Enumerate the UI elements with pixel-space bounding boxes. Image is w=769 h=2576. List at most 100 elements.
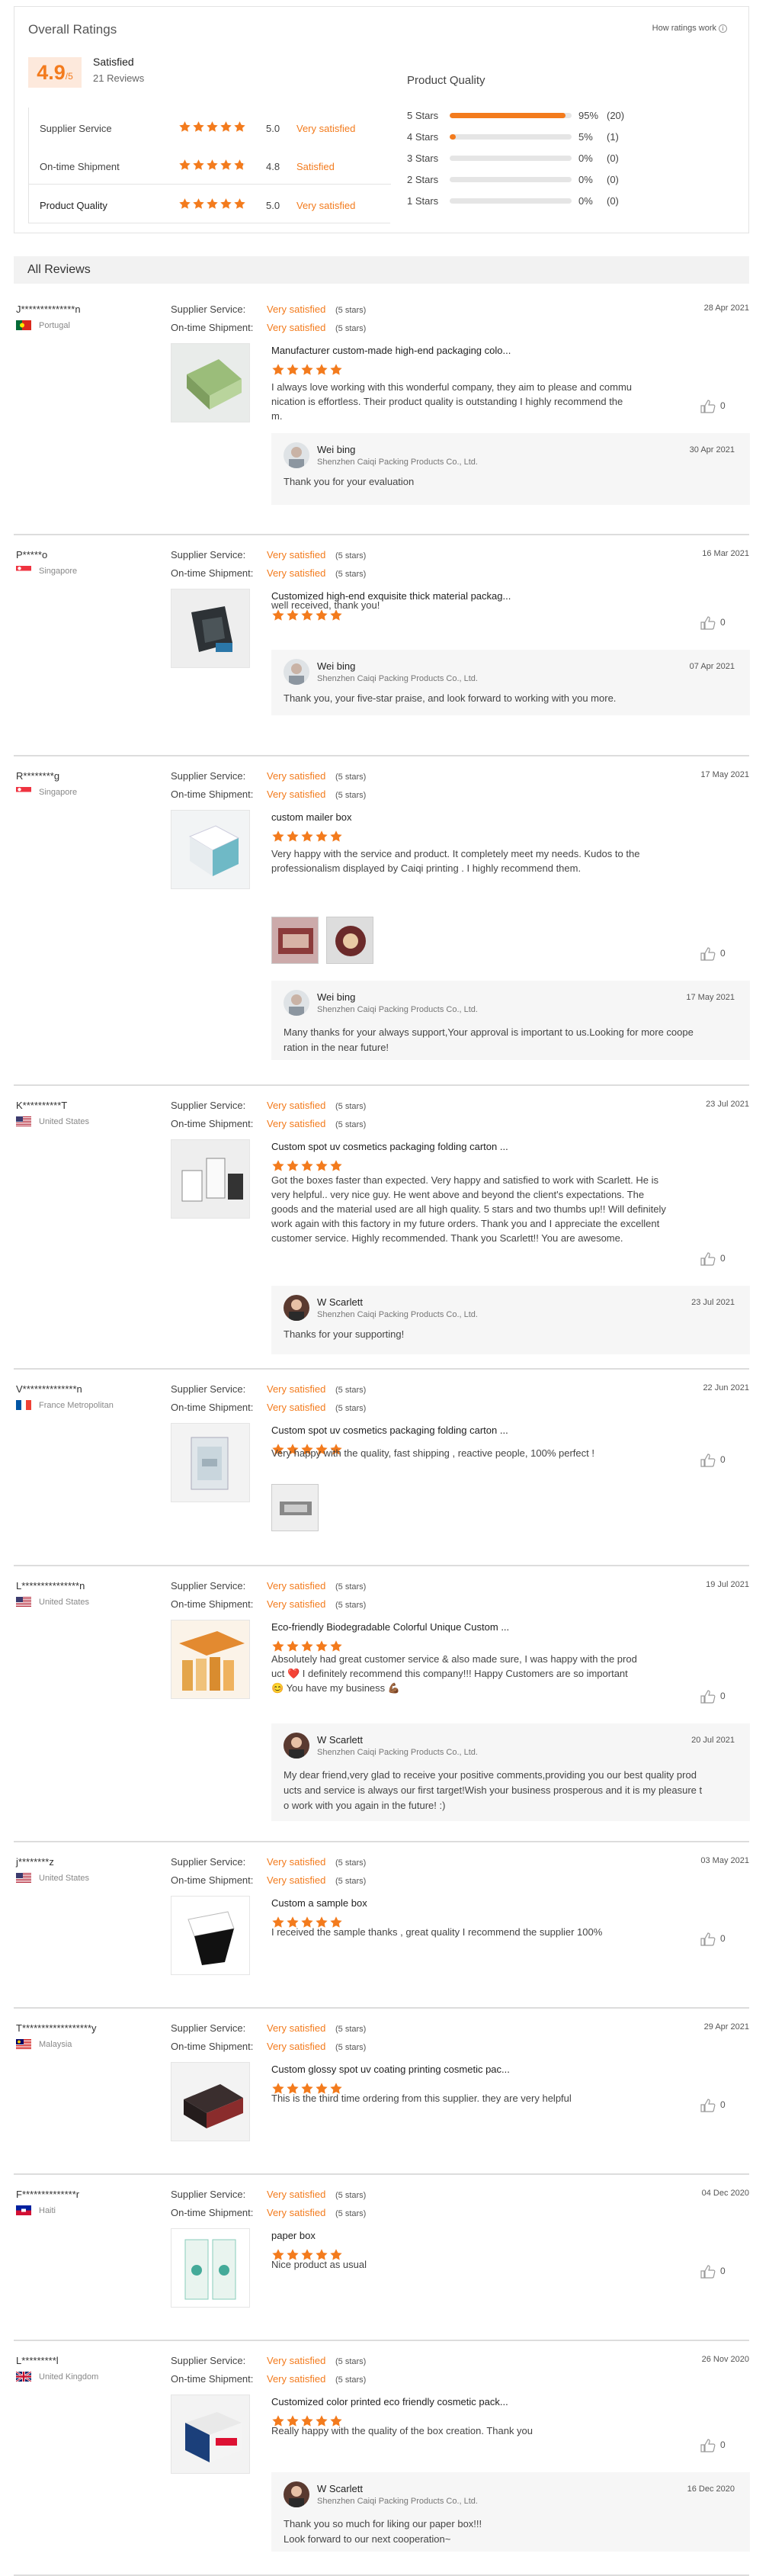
review-item: R********g Singapore Supplier Service: Very… bbox=[14, 756, 750, 1086]
supplier-reply: Wei bing Shenzhen Caiqi Packing Products … bbox=[271, 981, 750, 1060]
rating-percent: 0% bbox=[578, 153, 593, 164]
review-text: This is the third time ordering from thi… bbox=[271, 2091, 668, 2105]
reviewer-name: J**************n bbox=[16, 304, 81, 315]
country-flag-icon bbox=[16, 1116, 31, 1126]
product-title-link[interactable]: paper box bbox=[271, 2230, 316, 2241]
product-title-link[interactable]: Custom spot uv cosmetics packaging foldi… bbox=[271, 1425, 508, 1436]
criterion-level: Very satisfied bbox=[296, 123, 356, 134]
review-stars bbox=[271, 1159, 343, 1173]
reviewer-country: United Kingdom bbox=[39, 2372, 99, 2382]
like-button[interactable]: 0 bbox=[700, 400, 731, 413]
reply-text: Many thanks for your always support,Your… bbox=[284, 1025, 739, 1055]
criterion-label: Supplier Service: bbox=[171, 770, 246, 782]
reply-company: Shenzhen Caiqi Packing Products Co., Ltd… bbox=[317, 458, 478, 467]
like-button[interactable]: 0 bbox=[700, 1453, 731, 1467]
product-thumbnail[interactable] bbox=[171, 1896, 250, 1975]
all-reviews-title: All Reviews bbox=[27, 263, 91, 276]
reply-company: Shenzhen Caiqi Packing Products Co., Ltd… bbox=[317, 2497, 478, 2506]
thumbs-up-icon bbox=[700, 1690, 716, 1706]
criterion-stars-text: (5 stars) bbox=[335, 1601, 367, 1610]
like-button[interactable]: 0 bbox=[700, 947, 731, 961]
star-icon bbox=[206, 120, 219, 133]
on-time-shipment-rating: On-time Shipment: Very satisfied (5 stars) bbox=[171, 2041, 366, 2052]
criterion-supplier-service[interactable]: Supplier Service 5.0 Very satisfied bbox=[29, 108, 391, 147]
criterion-label: On-time Shipment: bbox=[171, 1598, 254, 1610]
review-photo[interactable] bbox=[326, 917, 373, 964]
review-text-line: work again with this factory in my futur… bbox=[271, 1218, 660, 1229]
reply-text-line: My dear friend,very glad to receive your… bbox=[284, 1769, 697, 1781]
reply-author: W Scarlett bbox=[317, 1734, 363, 1746]
product-thumbnail[interactable] bbox=[171, 1620, 250, 1699]
product-title-link[interactable]: Eco-friendly Biodegradable Colorful Uniq… bbox=[271, 1621, 509, 1633]
star-icon bbox=[206, 198, 219, 210]
avatar bbox=[284, 1733, 309, 1759]
product-thumbnail[interactable] bbox=[171, 2395, 250, 2474]
criterion-level: Very satisfied bbox=[267, 549, 326, 560]
product-title-link[interactable]: custom mailer box bbox=[271, 811, 351, 823]
review-item: J**************n Portugal Supplier Service… bbox=[14, 290, 750, 535]
product-title-link[interactable]: Customized color printed eco friendly co… bbox=[271, 2396, 508, 2407]
product-title-link[interactable]: Manufacturer custom-made high-end packag… bbox=[271, 345, 511, 356]
review-date: 19 Jul 2021 bbox=[706, 1580, 749, 1589]
overall-ratings-panel: Overall Ratings How ratings work i 4.9/5 … bbox=[14, 6, 749, 233]
thumbs-up-icon bbox=[700, 2265, 716, 2281]
star-level-label: 5 Stars bbox=[407, 110, 439, 121]
like-button[interactable]: 0 bbox=[700, 1690, 731, 1704]
star-icon bbox=[192, 198, 205, 210]
reply-text: Thank you for your evaluation bbox=[284, 474, 739, 490]
product-thumbnail[interactable] bbox=[171, 1139, 250, 1219]
product-thumbnail[interactable] bbox=[171, 2228, 250, 2308]
criterion-label: On-time Shipment: bbox=[171, 2207, 254, 2218]
product-title-link[interactable]: Custom a sample box bbox=[271, 1897, 367, 1909]
supplier-reply: W Scarlett Shenzhen Caiqi Packing Product… bbox=[271, 2472, 750, 2552]
like-button[interactable]: 0 bbox=[700, 1252, 731, 1266]
review-date: 04 Dec 2020 bbox=[701, 2189, 749, 2198]
rating-bar bbox=[450, 198, 572, 204]
criterion-label: On-time Shipment: bbox=[171, 1874, 254, 1886]
product-thumbnail[interactable] bbox=[171, 343, 250, 422]
criterion-on-time-shipment[interactable]: On-time Shipment 4.8 Satisfied bbox=[29, 146, 391, 185]
like-button[interactable]: 0 bbox=[700, 2099, 731, 2112]
star-icon bbox=[271, 363, 285, 377]
product-thumbnail[interactable] bbox=[171, 2062, 250, 2141]
like-button[interactable]: 0 bbox=[700, 2265, 731, 2279]
like-button[interactable]: 0 bbox=[700, 2439, 731, 2452]
criterion-label: On-time Shipment: bbox=[171, 1118, 254, 1129]
product-thumbnail[interactable] bbox=[171, 589, 250, 668]
supplier-service-rating: Supplier Service: Very satisfied (5 stars) bbox=[171, 2022, 366, 2034]
review-item: L***************n United States Supplier S… bbox=[14, 1566, 750, 1842]
reviewer-country: United States bbox=[39, 1874, 90, 1883]
review-text: Very happy with the quality, fast shippi… bbox=[271, 1446, 668, 1460]
country-flag-icon bbox=[16, 787, 31, 797]
product-quality-row: 1 Stars 0% (0) bbox=[407, 193, 727, 208]
review-photo[interactable] bbox=[271, 917, 319, 964]
criterion-stars-text: (5 stars) bbox=[335, 791, 367, 800]
reviewer-name: L***************n bbox=[16, 1580, 85, 1592]
criterion-product-quality[interactable]: Product Quality 5.0 Very satisfied bbox=[29, 184, 391, 223]
review-photo[interactable] bbox=[271, 1484, 319, 1531]
review-text: Really happy with the quality of the box… bbox=[271, 2423, 668, 2438]
like-button[interactable]: 0 bbox=[700, 616, 731, 630]
review-text-line: nication is effortless. Their product qu… bbox=[271, 396, 623, 407]
criteria-box: Supplier Service 5.0 Very satisfied On-t… bbox=[28, 108, 391, 223]
star-level-label: 4 Stars bbox=[407, 131, 439, 143]
how-ratings-work-link[interactable]: How ratings work i bbox=[652, 24, 727, 33]
product-title-link[interactable]: Custom spot uv cosmetics packaging foldi… bbox=[271, 1141, 508, 1152]
like-button[interactable]: 0 bbox=[700, 1932, 731, 1946]
thumbs-up-icon bbox=[700, 2439, 716, 2455]
star-icon bbox=[233, 159, 246, 172]
how-ratings-work-label: How ratings work bbox=[652, 24, 716, 33]
review-item: P*****o Singapore Supplier Service: Very sa… bbox=[14, 535, 750, 756]
reply-text: Thank you, your five-star praise, and lo… bbox=[284, 691, 739, 706]
info-icon: i bbox=[719, 24, 727, 33]
product-title-link[interactable]: Custom glossy spot uv coating printing c… bbox=[271, 2064, 510, 2075]
star-icon bbox=[271, 1159, 285, 1173]
reviewer-country: United States bbox=[39, 1598, 90, 1607]
review-text: I always love working with this wonderfu… bbox=[271, 380, 668, 423]
product-thumbnail[interactable] bbox=[171, 810, 250, 889]
criterion-label: On-time Shipment: bbox=[171, 789, 254, 800]
country-flag-icon bbox=[16, 2205, 31, 2215]
product-thumbnail[interactable] bbox=[171, 1423, 250, 1502]
reply-author: Wei bing bbox=[317, 660, 356, 672]
avatar bbox=[284, 990, 309, 1016]
